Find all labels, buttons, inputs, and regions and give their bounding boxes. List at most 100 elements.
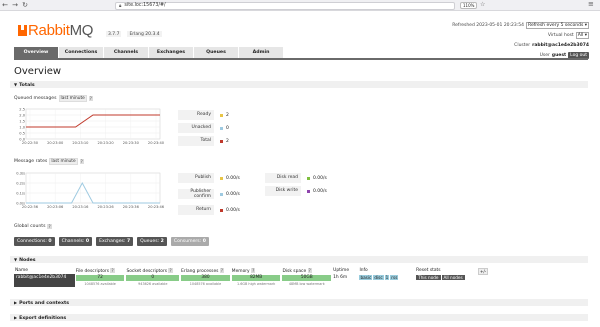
y-tick-label: 1.0 (19, 125, 25, 129)
vhost-label: Virtual host (547, 32, 574, 38)
x-tick-label: 20:23:36 (123, 205, 140, 209)
tab-exchanges[interactable]: Exchanges (149, 47, 193, 58)
erl-bar: 380 (181, 275, 230, 281)
tab-connections[interactable]: Connections (59, 47, 103, 58)
col-reset[interactable]: Reset stats (415, 267, 474, 274)
vhost-select[interactable]: All ▾ (575, 31, 589, 39)
rabbitmq-logo[interactable]: RabbitMQ (18, 22, 93, 39)
mem-cell: 82MB 1.6GB high watermark (231, 274, 282, 287)
x-tick-label: 20:23:26 (98, 205, 115, 209)
channels-count[interactable]: Channels: 0 (58, 237, 93, 246)
info-tag: basic (359, 275, 373, 280)
x-tick-label: 20:23:40 (148, 141, 164, 145)
legend-publish: Publish 0.00/s (178, 173, 240, 183)
info-tag: rss (390, 275, 399, 280)
publish-swatch (220, 176, 223, 180)
export-section-header[interactable]: ▶ Export definitions (10, 314, 588, 321)
user-name: guest (551, 52, 567, 58)
info-tag: disc (373, 275, 384, 280)
disk-write-swatch (307, 189, 310, 193)
logo-mark-icon (18, 25, 27, 36)
x-tick-label: 20:23:16 (72, 205, 89, 209)
version-info: 3.7.7 Erlang 20.3.4 (106, 31, 162, 37)
y-tick-label: 0.2/s (16, 181, 25, 185)
fd-bar: 72 (75, 275, 125, 281)
tabs-divider (14, 58, 588, 60)
totals-section-header[interactable]: ▼ Totals (10, 81, 588, 88)
forward-icon[interactable]: → (10, 0, 20, 11)
col-uptime[interactable]: Uptime (332, 267, 358, 274)
queued-messages-chart: 0.0 0.5 1.0 1.5 2.0 2.5 20:22:50 20:23:00 20:23:… (12, 106, 164, 148)
rates-help[interactable]: ? (79, 159, 84, 164)
queued-range-select[interactable]: last minute (58, 95, 87, 102)
total-swatch (220, 139, 223, 143)
reset-all-nodes-button[interactable]: All nodes (441, 275, 465, 280)
disk-read-swatch (307, 176, 310, 180)
col-name[interactable]: Name (14, 267, 75, 274)
rates-range-select[interactable]: last minute (49, 158, 78, 165)
nodes-section-header[interactable]: ▼ Nodes (10, 256, 588, 263)
legend-ready: Ready 2 (178, 110, 229, 120)
plot-area (25, 172, 161, 204)
reload-icon[interactable]: ↻ (20, 0, 30, 11)
back-icon[interactable]: ← (0, 0, 10, 11)
queues-count[interactable]: Queues: 2 (137, 237, 167, 246)
message-rates-chart: 0.0/s 0.1/s 0.2/s 0.3/s 20:22:56 20:23:06 20:2… (12, 170, 164, 212)
info-tag: 1 (384, 275, 390, 280)
disk-bar: 50GB (282, 275, 332, 281)
col-erl[interactable]: Erlang processes ? (180, 267, 231, 274)
reset-this-node-button[interactable]: This node (416, 275, 441, 280)
queued-help[interactable]: ? (88, 96, 93, 101)
unacked-swatch (220, 126, 223, 130)
refresh-select[interactable]: Refresh every 5 seconds ▾ (526, 21, 589, 29)
node-name-link[interactable]: rabbit@ac1e4e2b3074 (14, 274, 75, 287)
url-text: site.loc:15673/#/ (124, 3, 166, 8)
col-sd[interactable]: Socket descriptors ? (125, 267, 180, 274)
tab-queues[interactable]: Queues (194, 47, 238, 58)
main-tabs: Overview Connections Channels Exchanges … (14, 47, 284, 58)
x-tick-label: 20:23:00 (47, 141, 64, 145)
y-tick-label: 0.5 (19, 131, 25, 135)
fd-cell: 72 1048576 available (75, 274, 126, 287)
plot-area (25, 108, 161, 140)
x-tick-label: 20:23:10 (72, 141, 89, 145)
table-header: Name File descriptors ? Socket descripto… (14, 267, 474, 274)
columns-toggle-button[interactable]: +/- (478, 268, 489, 275)
y-tick-label: 1.5 (19, 119, 25, 123)
col-mem[interactable]: Memory ? (231, 267, 282, 274)
global-counts-help[interactable]: ? (47, 224, 52, 229)
consumers-count[interactable]: Consumers: 0 (170, 237, 209, 246)
y-tick-label: 2.0 (19, 113, 25, 117)
legend-return: Return 0.00/s (178, 205, 240, 215)
ports-section-header[interactable]: ▶ Ports and contexts (10, 299, 588, 306)
y-tick-label: 0.3/s (16, 171, 25, 175)
queued-messages-heading: Queued messages last minute ? (14, 95, 93, 102)
tab-overview[interactable]: Overview (14, 47, 58, 58)
col-info[interactable]: Info (358, 267, 415, 274)
x-tick-label: 20:23:30 (123, 141, 140, 145)
legend-total: Total 2 (178, 136, 229, 146)
connections-count[interactable]: Connections: 0 (14, 237, 55, 246)
col-disk[interactable]: Disk space ? (281, 267, 332, 274)
zoom-badge[interactable]: 110% (460, 2, 478, 9)
rabbitmq-version: 3.7.7 (106, 31, 122, 37)
expand-arrow-icon: ▶ (14, 315, 18, 320)
cluster-label: Cluster (514, 42, 531, 48)
refreshed-label: Refreshed 2023-05-01 20:23:54 (452, 22, 525, 28)
reset-cell: This node All nodes (415, 274, 474, 287)
global-counts: Connections: 0 Channels: 0 Exchanges: 7 … (14, 237, 209, 246)
legend-disk-write: Disk write 0.00/s (265, 186, 327, 196)
y-tick-label: 0.1/s (16, 191, 25, 195)
publisher-confirm-swatch (220, 192, 223, 196)
tab-channels[interactable]: Channels (104, 47, 148, 58)
x-tick-label: 20:23:46 (148, 205, 164, 209)
tab-admin[interactable]: Admin (239, 47, 283, 58)
col-fd[interactable]: File descriptors ? (75, 267, 126, 274)
info-cell: basic disc 1 rss (358, 274, 415, 287)
exchanges-count[interactable]: Exchanges: 7 (96, 237, 134, 246)
x-tick-label: 20:23:20 (98, 141, 115, 145)
bookmark-star-icon[interactable]: ☆ (480, 1, 485, 8)
address-bar[interactable]: 🔒︎ site.loc:15673/#/ (115, 1, 455, 10)
return-swatch (220, 208, 223, 212)
menu-icon[interactable]: ≡ (588, 0, 594, 8)
